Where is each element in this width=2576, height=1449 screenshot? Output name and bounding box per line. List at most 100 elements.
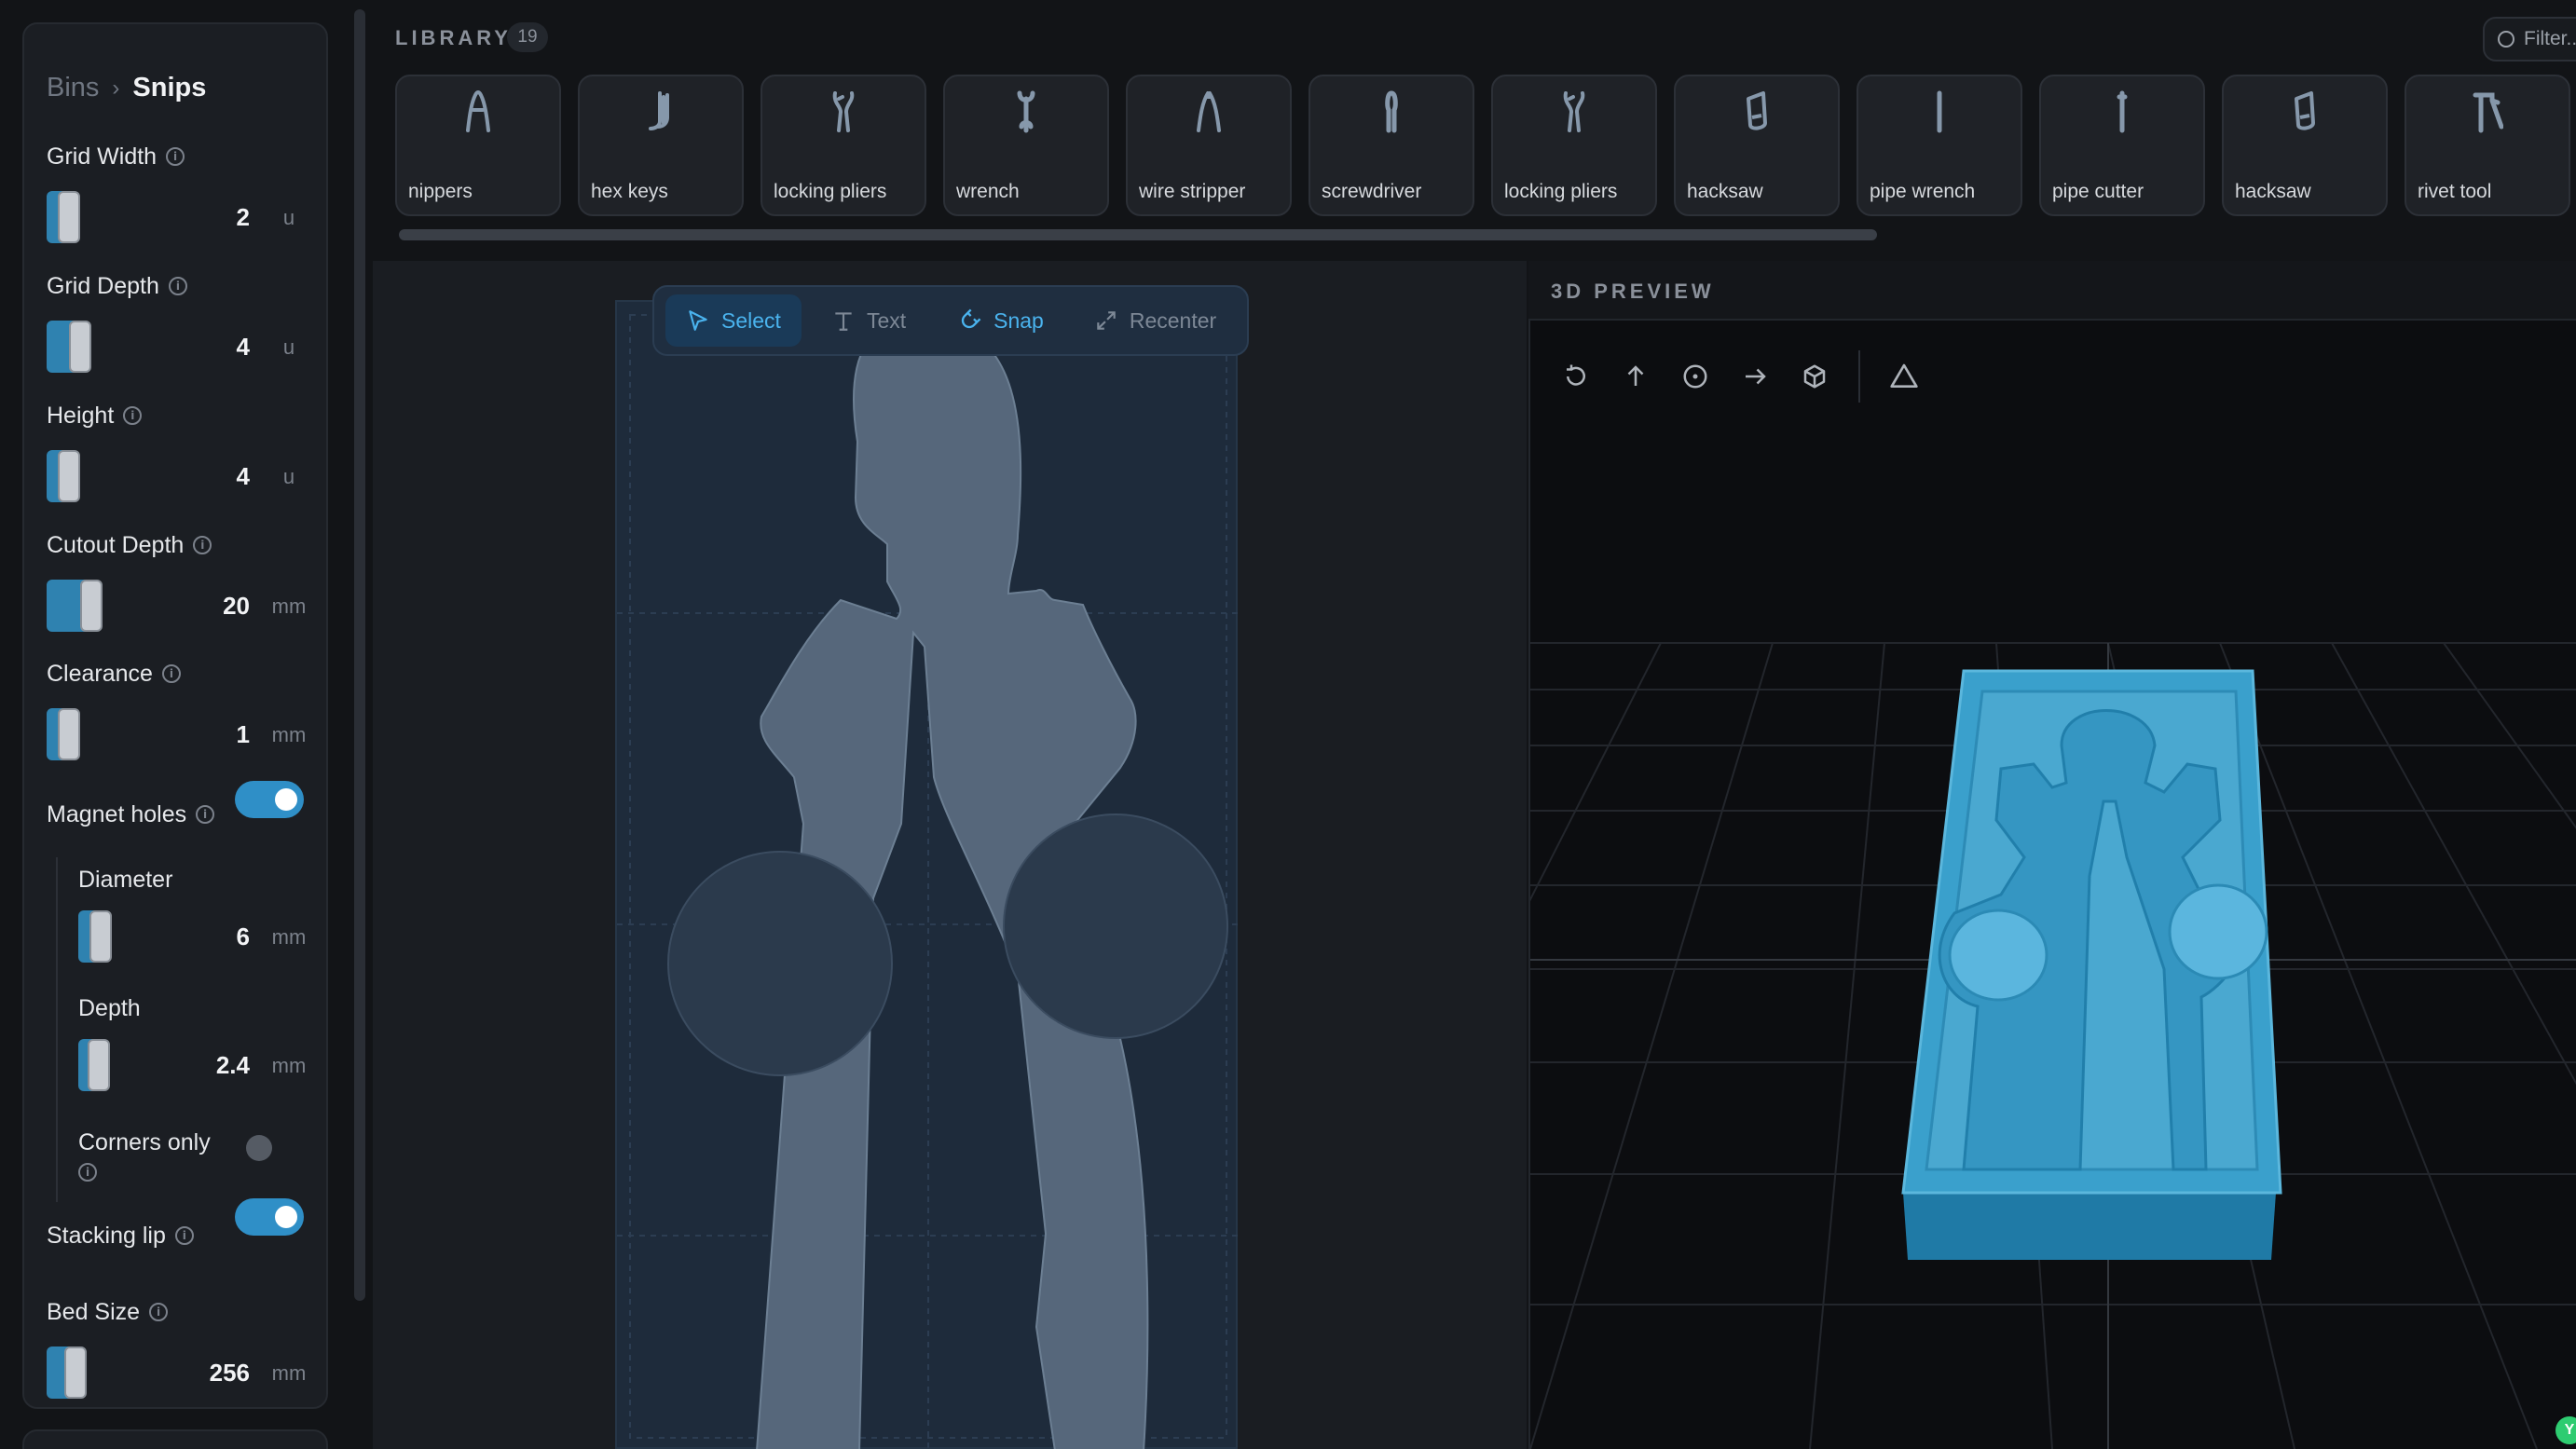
param-value[interactable]: 6 xyxy=(237,923,250,951)
snap-toggle-button[interactable]: Snap xyxy=(936,294,1064,347)
warning-icon[interactable] xyxy=(1888,361,1920,392)
library-item-label: wrench xyxy=(956,181,1020,202)
hacksaw-icon xyxy=(2295,91,2315,130)
center-view-icon[interactable] xyxy=(1679,361,1711,392)
info-icon[interactable]: i xyxy=(161,664,181,683)
info-icon[interactable]: i xyxy=(149,1303,169,1321)
info-icon[interactable]: i xyxy=(123,406,143,425)
library-item-wire-stripper[interactable]: wire stripper xyxy=(1126,75,1292,216)
info-icon[interactable]: i xyxy=(174,1226,194,1245)
param-value[interactable]: 2.4 xyxy=(216,1051,250,1080)
library-scrollbar[interactable] xyxy=(399,229,1877,240)
param-height: Height i 4 u xyxy=(47,401,308,503)
library-count-badge: 19 xyxy=(507,22,548,52)
toolbar-divider xyxy=(1858,350,1860,403)
library-item-hex-keys[interactable]: hex keys xyxy=(578,75,744,216)
param-value[interactable]: 20 xyxy=(223,592,250,621)
library-item-hacksaw[interactable]: hacksaw xyxy=(2222,75,2388,216)
3d-scene xyxy=(1250,642,2576,1449)
library-item-label: locking pliers xyxy=(774,181,887,202)
3d-preview-viewport[interactable] xyxy=(1250,261,2576,1449)
select-label: Select xyxy=(721,308,781,333)
pipe-wrench-icon xyxy=(1937,90,1942,133)
stacking-lip-toggle[interactable] xyxy=(235,1198,304,1236)
filter-placeholder: Filter... xyxy=(2524,28,2576,49)
library-item-locking-pliers[interactable]: locking pliers xyxy=(760,75,926,216)
secondary-panel xyxy=(22,1429,328,1449)
param-corners-only: Corners only i xyxy=(78,1128,308,1182)
locking-pliers-icon xyxy=(1563,91,1585,132)
chevron-right-icon: › xyxy=(112,75,120,101)
param-grid-depth: Grid Depth i 4 u xyxy=(47,271,308,374)
info-icon[interactable]: i xyxy=(166,147,185,166)
info-icon[interactable]: i xyxy=(196,805,215,824)
library-item-nippers[interactable]: nippers xyxy=(395,75,561,216)
breadcrumb-parent[interactable]: Bins xyxy=(47,73,99,103)
param-label: Height xyxy=(47,402,115,429)
param-unit: mm xyxy=(271,595,307,618)
param-label: Grid Depth xyxy=(47,272,159,299)
breadcrumb: Bins › Snips xyxy=(47,73,206,103)
snap-label: Snap xyxy=(993,308,1044,333)
library-item-pipe-wrench[interactable]: pipe wrench xyxy=(1857,75,2022,216)
recenter-label: Recenter xyxy=(1129,308,1217,333)
param-value[interactable]: 4 xyxy=(237,333,250,362)
breadcrumb-current: Snips xyxy=(132,73,207,103)
library-title: LIBRARY xyxy=(395,26,512,49)
bin-layout-drawing xyxy=(617,302,1240,1449)
recenter-button[interactable]: Recenter xyxy=(1074,294,1237,347)
param-value[interactable]: 256 xyxy=(210,1359,250,1387)
library-filter-input[interactable]: Filter... xyxy=(2483,17,2576,62)
side-view-icon[interactable] xyxy=(1739,361,1771,392)
view-toolbar xyxy=(1560,350,1920,403)
top-view-icon[interactable] xyxy=(1620,361,1651,392)
sidebar-scrollbar[interactable] xyxy=(354,9,365,1301)
library-item-label: pipe cutter xyxy=(2052,181,2144,202)
text-tool-button[interactable]: Text xyxy=(811,294,926,347)
text-icon xyxy=(835,312,852,331)
param-unit: mm xyxy=(271,925,307,949)
library-item-label: hacksaw xyxy=(2235,181,2311,202)
library-item-label: locking pliers xyxy=(1504,181,1618,202)
library-item-locking-pliers[interactable]: locking pliers xyxy=(1491,75,1657,216)
corners-only-toggle[interactable] xyxy=(246,1135,272,1161)
param-grid-width: Grid Width i 2 u xyxy=(47,142,308,244)
select-tool-button[interactable]: Select xyxy=(665,294,802,347)
status-badge[interactable]: Y xyxy=(2555,1416,2576,1444)
wire-stripper-icon xyxy=(1197,91,1221,132)
bin-bed[interactable] xyxy=(615,300,1240,1449)
param-bed-size: Bed Size i 256 mm xyxy=(47,1297,308,1400)
param-unit: mm xyxy=(271,1361,307,1385)
info-icon[interactable]: i xyxy=(193,536,212,554)
library-item-label: rivet tool xyxy=(2418,181,2492,202)
library-item-screwdriver[interactable]: screwdriver xyxy=(1309,75,1474,216)
sub-options-line xyxy=(56,857,58,1202)
library-item-pipe-cutter[interactable]: pipe cutter xyxy=(2039,75,2205,216)
library-item-wrench[interactable]: wrench xyxy=(943,75,1109,216)
param-unit: mm xyxy=(271,723,307,746)
library-items: nippers hex keys locking pliers wrench wire … xyxy=(395,75,2576,216)
param-label: Diameter xyxy=(78,866,173,893)
param-value[interactable]: 2 xyxy=(237,203,250,232)
library-item-label: pipe wrench xyxy=(1870,181,1976,202)
preview-title: 3D PREVIEW xyxy=(1551,280,1715,303)
param-unit: u xyxy=(282,465,295,488)
info-icon[interactable]: i xyxy=(78,1163,97,1182)
param-label: Magnet holes xyxy=(47,800,187,827)
library-item-rivet-tool[interactable]: rivet tool xyxy=(2405,75,2570,216)
finger-cutout xyxy=(1003,813,1228,1039)
param-unit: u xyxy=(282,335,295,359)
param-label: Bed Size xyxy=(47,1298,141,1325)
param-value[interactable]: 4 xyxy=(237,462,250,491)
library-item-label: hacksaw xyxy=(1687,181,1763,202)
info-icon[interactable]: i xyxy=(168,277,187,295)
library-item-hacksaw[interactable]: hacksaw xyxy=(1674,75,1840,216)
param-unit: mm xyxy=(271,1054,307,1077)
magnet-holes-toggle[interactable] xyxy=(235,781,304,818)
reset-view-icon[interactable] xyxy=(1560,361,1592,392)
parameters-panel: Bins › Snips Grid Width i 2 u Grid Depth i… xyxy=(22,22,328,1409)
pipe-cutter-icon xyxy=(2117,90,2128,133)
iso-view-icon[interactable] xyxy=(1799,361,1830,392)
param-unit: u xyxy=(282,206,295,229)
param-value[interactable]: 1 xyxy=(237,720,250,749)
